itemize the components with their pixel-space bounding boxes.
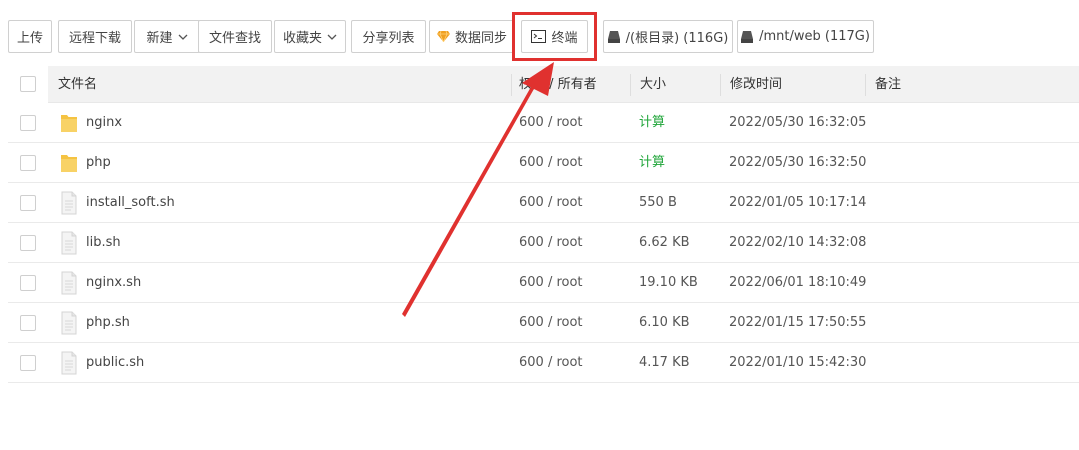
file-size: 6.10 KB [639,315,690,330]
file-name[interactable]: lib.sh [86,223,121,263]
file-size: 19.10 KB [639,275,698,290]
disk-icon [741,30,754,43]
new-label: 新建 [146,31,173,46]
favorites-label: 收藏夹 [282,31,322,46]
table-row[interactable]: lib.sh 600 / root 6.62 KB 2022/02/10 14:32:… [8,223,1079,263]
file-search-label: 文件查找 [208,31,261,46]
new-button[interactable]: 新建 [134,20,200,53]
favorites-button[interactable]: 收藏夹 [274,20,346,53]
file-name[interactable]: nginx [86,103,122,143]
file-mtime: 2022/06/01 18:10:49 [729,275,867,290]
file-icon [61,351,77,375]
file-permission[interactable]: 600 / root [519,343,583,383]
file-table: 文件名 权限 / 所有者 大小 修改时间 备注 nginx 600 / root 计… [8,66,1079,383]
disk-icon [607,30,620,43]
folder-icon [61,115,77,132]
file-icon [61,231,77,255]
header-divider [865,74,866,96]
file-name[interactable]: php.sh [86,303,130,343]
select-all-checkbox[interactable] [20,76,36,92]
file-permission[interactable]: 600 / root [519,103,583,143]
header-size[interactable]: 大小 [640,66,666,103]
row-checkbox[interactable] [20,275,36,291]
table-row[interactable]: install_soft.sh 600 / root 550 B 2022/01/05… [8,183,1079,223]
file-mtime: 2022/02/10 14:32:08 [729,235,867,250]
header-perm[interactable]: 权限 / 所有者 [519,66,597,103]
table-row[interactable]: php 600 / root 计算 2022/05/30 16:32:50 [8,143,1079,183]
file-size: 4.17 KB [639,355,690,370]
table-row[interactable]: php.sh 600 / root 6.10 KB 2022/01/15 17:50:… [8,303,1079,343]
file-name[interactable]: nginx.sh [86,263,141,303]
header-divider [720,74,721,96]
row-checkbox[interactable] [20,315,36,331]
file-mtime: 2022/05/30 16:32:05 [729,115,867,130]
disk-web-button[interactable]: /mnt/web (117G) [737,20,874,53]
upload-button[interactable]: 上传 [8,20,52,53]
file-size: 550 B [639,195,677,210]
remote-download-button[interactable]: 远程下载 [58,20,132,53]
file-name[interactable]: php [86,143,111,183]
file-icon [61,271,77,295]
file-icon [61,191,77,215]
disk-web-label: /mnt/web (117G) [759,29,870,44]
share-list-label: 分享列表 [362,31,415,46]
header-divider [511,74,512,96]
upload-label: 上传 [16,31,43,46]
remote-download-label: 远程下载 [68,31,121,46]
row-checkbox[interactable] [20,355,36,371]
disk-root-label: /(根目录) (116G) [625,31,729,46]
file-size[interactable]: 计算 [639,103,665,143]
diamond-sync-icon [436,31,450,42]
data-sync-button[interactable]: 数据同步 [429,20,515,53]
file-name[interactable]: public.sh [86,343,144,383]
row-checkbox[interactable] [20,115,36,131]
file-mtime: 2022/05/30 16:32:50 [729,155,867,170]
table-body: nginx 600 / root 计算 2022/05/30 16:32:05 php 6… [8,103,1079,383]
file-size: 6.62 KB [639,235,690,250]
table-row[interactable]: nginx.sh 600 / root 19.10 KB 2022/06/01 18:… [8,263,1079,303]
row-checkbox[interactable] [20,235,36,251]
share-list-button[interactable]: 分享列表 [351,20,426,53]
header-name[interactable]: 文件名 [58,66,97,103]
table-header: 文件名 权限 / 所有者 大小 修改时间 备注 [8,66,1079,103]
chevron-down-icon [327,34,337,40]
file-permission[interactable]: 600 / root [519,143,583,183]
file-search-button[interactable]: 文件查找 [198,20,272,53]
file-permission[interactable]: 600 / root [519,223,583,263]
disk-root-button[interactable]: /(根目录) (116G) [603,20,733,53]
table-row[interactable]: nginx 600 / root 计算 2022/05/30 16:32:05 [8,103,1079,143]
row-checkbox[interactable] [20,155,36,171]
file-mtime: 2022/01/05 10:17:14 [729,195,867,210]
file-name[interactable]: install_soft.sh [86,183,175,223]
table-row[interactable]: public.sh 600 / root 4.17 KB 2022/01/10 15:… [8,343,1079,383]
folder-icon [61,155,77,172]
row-checkbox[interactable] [20,195,36,211]
file-permission[interactable]: 600 / root [519,183,583,223]
header-mtime[interactable]: 修改时间 [730,66,782,103]
chevron-down-icon [178,34,187,40]
file-mtime: 2022/01/15 17:50:55 [729,315,867,330]
terminal-highlight-box [512,12,597,61]
header-check-cell [8,66,48,103]
file-size[interactable]: 计算 [639,143,665,183]
file-mtime: 2022/01/10 15:42:30 [729,355,867,370]
file-icon [61,311,77,335]
data-sync-label: 数据同步 [454,31,507,46]
file-permission[interactable]: 600 / root [519,263,583,303]
file-permission[interactable]: 600 / root [519,303,583,343]
header-note: 备注 [875,77,902,92]
header-divider [630,74,631,96]
